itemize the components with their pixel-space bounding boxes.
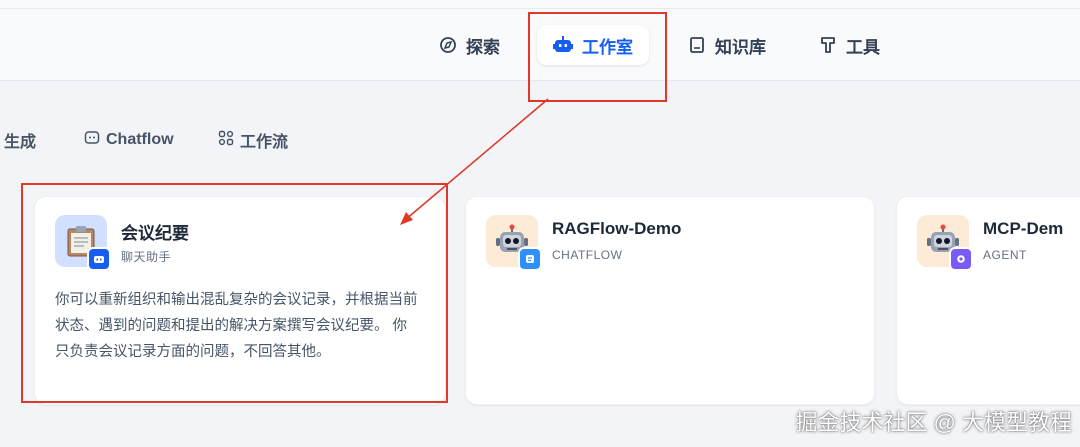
annotation-arrow xyxy=(400,98,549,225)
watermark: 掘金技术社区 @ 大模型教程 xyxy=(795,410,1072,435)
